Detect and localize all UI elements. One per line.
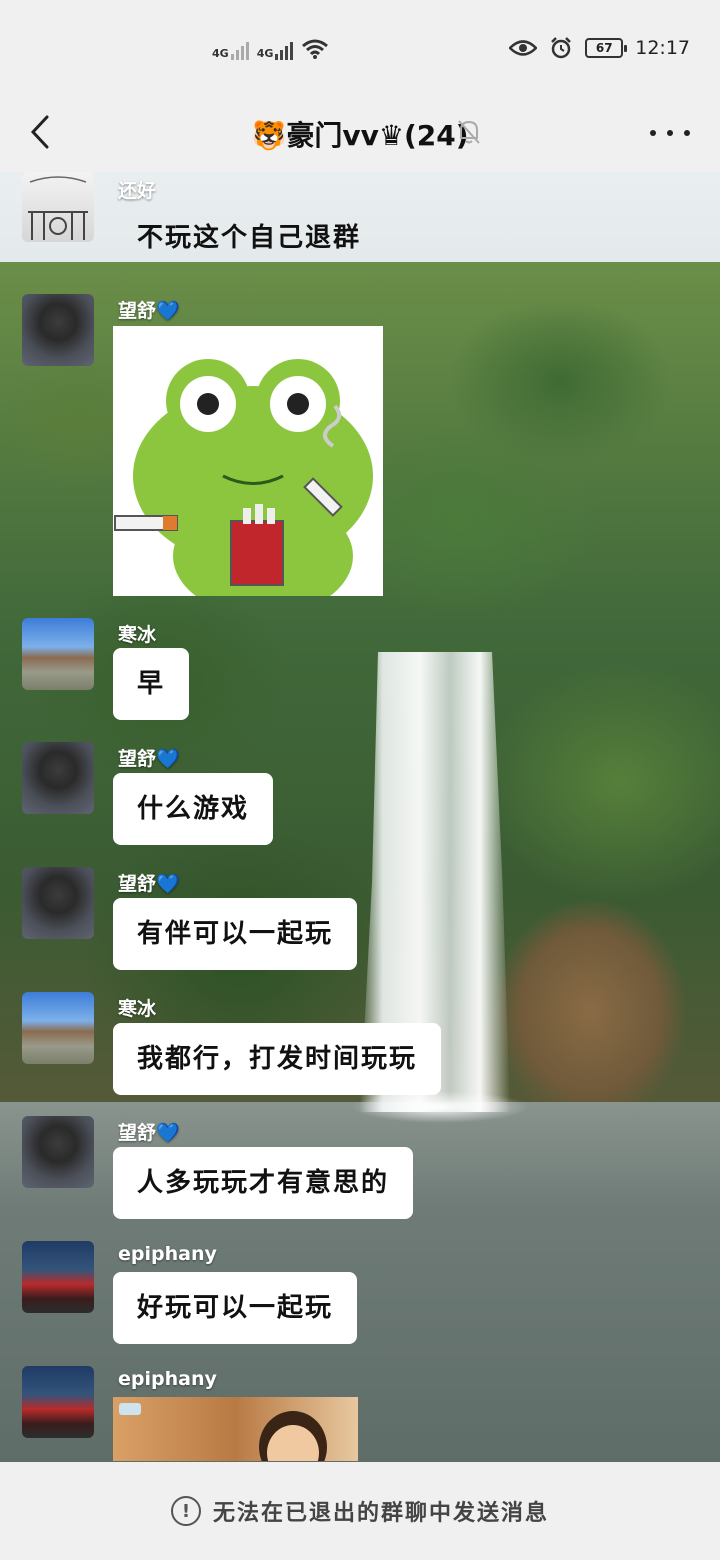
message-bubble[interactable]: 什么游戏 — [113, 773, 274, 845]
sender-name: 望舒💙 — [118, 1122, 180, 1144]
clock: 12:17 — [635, 37, 690, 59]
message-bubble[interactable]: 我都行，打发时间玩玩 — [113, 1023, 442, 1095]
avatar[interactable] — [22, 867, 94, 939]
message-bubble[interactable]: 有伴可以一起玩 — [113, 898, 358, 970]
sender-name: 还好 — [118, 180, 157, 202]
message-bubble[interactable]: 好玩可以一起玩 — [113, 1272, 358, 1344]
avatar[interactable] — [22, 618, 94, 690]
sender-name: 寒冰 — [118, 998, 157, 1020]
battery-indicator: 67 — [585, 38, 628, 58]
signal-1: 4G — [212, 38, 249, 60]
avatar[interactable] — [22, 1241, 94, 1313]
chat-title: 🐯豪门vv♛(24) — [251, 119, 469, 152]
avatar[interactable] — [22, 742, 94, 814]
sender-name: 望舒💙 — [118, 873, 180, 895]
photo-thumbnail-icon — [119, 1403, 327, 1461]
message-bubble[interactable]: 不玩这个自己退群 — [113, 202, 385, 274]
signal-bars-icon — [275, 38, 294, 60]
sender-name: epiphany — [118, 1243, 217, 1265]
status-bar: 4G 4G 67 12:17 — [0, 0, 720, 100]
signal-2: 4G — [257, 38, 294, 60]
exclamation-icon: ! — [170, 1496, 201, 1526]
message-bubble[interactable]: 人多玩玩才有意思的 — [113, 1147, 414, 1219]
dot — [650, 130, 656, 136]
more-options-button[interactable] — [650, 118, 690, 148]
bottom-notice-bar: ! 无法在已退出的群聊中发送消息 — [0, 1462, 720, 1560]
wifi-icon — [302, 39, 329, 59]
title-bar: 🐯豪门vv♛(24) — [0, 100, 720, 172]
network-type-2: 4G — [256, 47, 274, 60]
avatar[interactable] — [22, 1116, 94, 1188]
network-indicators: 4G 4G — [212, 38, 329, 60]
message-bubble[interactable]: 早 — [113, 648, 190, 720]
network-type-1: 4G — [212, 47, 229, 60]
dot — [684, 130, 690, 136]
alarm-icon — [551, 37, 572, 59]
mute-bell-icon — [458, 120, 480, 144]
sender-name: 寒冰 — [118, 624, 157, 646]
sender-name: 望舒💙 — [118, 300, 180, 322]
ink-drawing-icon — [28, 176, 88, 240]
signal-bars-icon — [230, 38, 249, 60]
notice-text: 无法在已退出的群聊中发送消息 — [212, 1501, 549, 1526]
avatar[interactable] — [22, 992, 94, 1064]
frog-sticker[interactable] — [113, 326, 383, 596]
avatar[interactable] — [22, 172, 94, 242]
sender-name: epiphany — [118, 1368, 217, 1390]
sender-name: 望舒💙 — [118, 748, 180, 770]
avatar[interactable] — [22, 1366, 94, 1438]
image-message[interactable] — [113, 1397, 358, 1461]
avatar[interactable] — [22, 294, 94, 366]
dot — [667, 130, 673, 136]
frog-smoking-sticker-icon — [114, 359, 373, 596]
status-right: 67 12:17 — [509, 36, 690, 60]
eye-icon — [509, 40, 538, 56]
